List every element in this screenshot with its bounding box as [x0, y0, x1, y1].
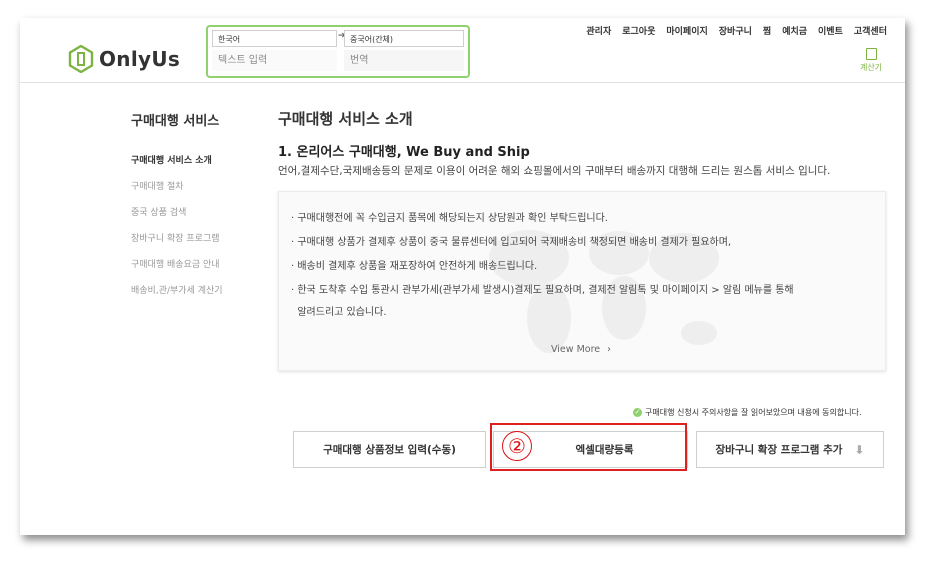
- sidebar-item-extension[interactable]: 장바구니 확장 프로그램: [131, 231, 220, 244]
- nav-cart[interactable]: 장바구니: [719, 24, 752, 37]
- sidebar-item-process[interactable]: 구매대행 절차: [131, 179, 184, 192]
- nav-logout[interactable]: 로그아웃: [622, 24, 655, 37]
- calculator-button[interactable]: 계산기: [856, 48, 886, 73]
- manual-input-label: 구매대행 상품정보 입력(수동): [323, 444, 456, 456]
- step-marker: ②: [502, 431, 532, 461]
- calculator-icon: [865, 48, 877, 60]
- consent-checkbox[interactable]: ✓ 구매대행 신청시 주의사항을 잘 읽어보았으며 내용에 동의합니다.: [633, 407, 862, 418]
- notice-item: · 배송비 결제후 상품을 재포장하여 안전하게 배송드립니다.: [291, 261, 538, 272]
- sidebar-title: 구매대행 서비스: [131, 114, 220, 129]
- chevron-right-icon: ›: [607, 344, 611, 355]
- top-nav: 관리자 로그아웃 마이페이지 장바구니 찜 예치금 이벤트 고객센터: [575, 24, 887, 37]
- service-description: 언어,결제수단,국제배송등의 문제로 이용이 어려운 해외 쇼핑몰에서의 구매부…: [278, 165, 831, 177]
- nav-admin[interactable]: 관리자: [586, 24, 611, 37]
- site-header: OnlyUs 한국어 ➔ 중국어(간체) 텍스트 입력 번역 관리자 로그아웃 …: [20, 18, 905, 83]
- nav-support[interactable]: 고객센터: [854, 24, 887, 37]
- onlyus-logo-icon: [68, 45, 94, 73]
- nav-wishlist[interactable]: 찜: [763, 24, 771, 37]
- check-icon: ✓: [633, 408, 642, 417]
- calculator-label: 계산기: [859, 63, 883, 72]
- sidebar-item-shipping-fee[interactable]: 구매대행 배송요금 안내: [131, 257, 220, 270]
- logo-text: OnlyUs: [99, 47, 181, 71]
- target-language-select[interactable]: 중국어(간체): [344, 30, 464, 47]
- screenshot-frame: OnlyUs 한국어 ➔ 중국어(간체) 텍스트 입력 번역 관리자 로그아웃 …: [20, 18, 905, 535]
- view-more-link[interactable]: View More ›: [551, 344, 611, 355]
- consent-label: 구매대행 신청시 주의사항을 잘 읽어보았으며 내용에 동의합니다.: [645, 408, 862, 417]
- nav-mypage[interactable]: 마이페이지: [666, 24, 707, 37]
- notice-item: · 한국 도착후 수입 통관시 관부가세(관부가세 발생시)결제도 필요하며, …: [291, 285, 794, 296]
- nav-deposit[interactable]: 예치금: [782, 24, 807, 37]
- add-extension-button[interactable]: 장바구니 확장 프로그램 추가 ⬇: [696, 431, 884, 468]
- download-icon: ⬇: [854, 442, 865, 457]
- logo[interactable]: OnlyUs: [68, 45, 180, 73]
- notice-item: · 구매대행 상품가 결제후 상품이 중국 물류센터에 입고되어 국제배송비 책…: [291, 237, 732, 248]
- sidebar-item-calculator[interactable]: 배송비,관/부가세 계산기: [131, 283, 223, 296]
- nav-event[interactable]: 이벤트: [818, 24, 843, 37]
- manual-input-button[interactable]: 구매대행 상품정보 입력(수동): [293, 431, 486, 468]
- notice-item: 알려드리고 있습니다.: [291, 307, 387, 318]
- notice-item: · 구매대행전에 꼭 수입금지 품목에 해당되는지 상담원과 확인 부탁드립니다…: [291, 213, 608, 224]
- sidebar-item-intro[interactable]: 구매대행 서비스 소개: [131, 153, 212, 166]
- translate-input[interactable]: 텍스트 입력: [212, 50, 337, 71]
- source-language-select[interactable]: 한국어: [212, 30, 337, 47]
- page-title: 구매대행 서비스 소개: [278, 110, 413, 128]
- notice-box: · 구매대행전에 꼭 수입금지 품목에 해당되는지 상담원과 확인 부탁드립니다…: [278, 191, 886, 371]
- translator-widget: 한국어 ➔ 중국어(간체) 텍스트 입력 번역: [206, 25, 470, 78]
- sidebar-item-search[interactable]: 중국 상품 검색: [131, 205, 186, 218]
- add-extension-label: 장바구니 확장 프로그램 추가: [715, 444, 843, 456]
- view-more-label: View More: [551, 344, 601, 355]
- translate-output: 번역: [344, 50, 464, 71]
- section-title: 1. 온리어스 구매대행, We Buy and Ship: [278, 145, 530, 160]
